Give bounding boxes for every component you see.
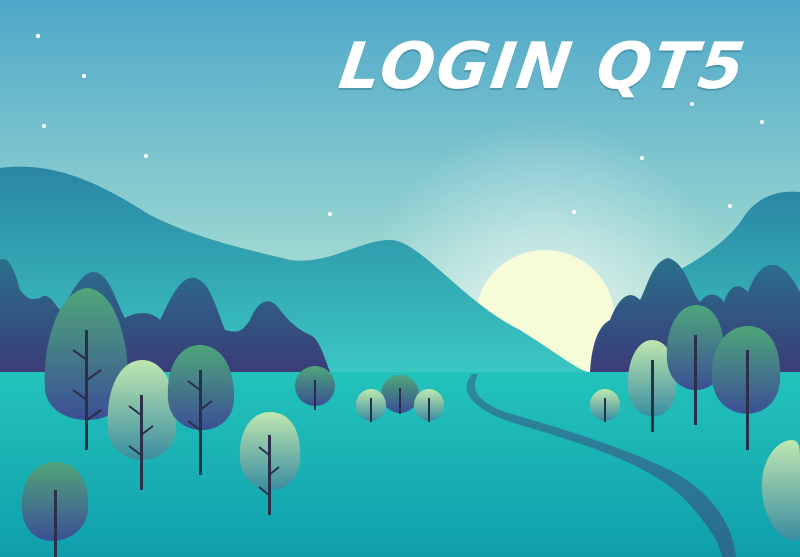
tree-part xyxy=(746,350,749,450)
tree-part xyxy=(651,360,654,432)
tree-part xyxy=(694,335,697,425)
star xyxy=(760,120,764,124)
star xyxy=(640,156,644,160)
tree-part xyxy=(54,490,57,557)
tree-part xyxy=(370,398,372,422)
tree-part xyxy=(140,395,143,490)
tree-part xyxy=(314,380,316,410)
star xyxy=(35,33,41,39)
star xyxy=(82,74,86,78)
tree-part xyxy=(85,330,88,450)
login-window: LOGIN QT5 xyxy=(0,0,800,557)
tree-part xyxy=(604,398,606,422)
star xyxy=(572,210,576,214)
star xyxy=(144,154,148,158)
tree-part xyxy=(428,398,430,422)
star xyxy=(328,212,332,216)
star xyxy=(728,204,732,208)
tree-part xyxy=(399,388,401,414)
star xyxy=(42,124,46,128)
tree-part xyxy=(199,370,202,475)
app-title: LOGIN QT5 xyxy=(334,30,751,104)
